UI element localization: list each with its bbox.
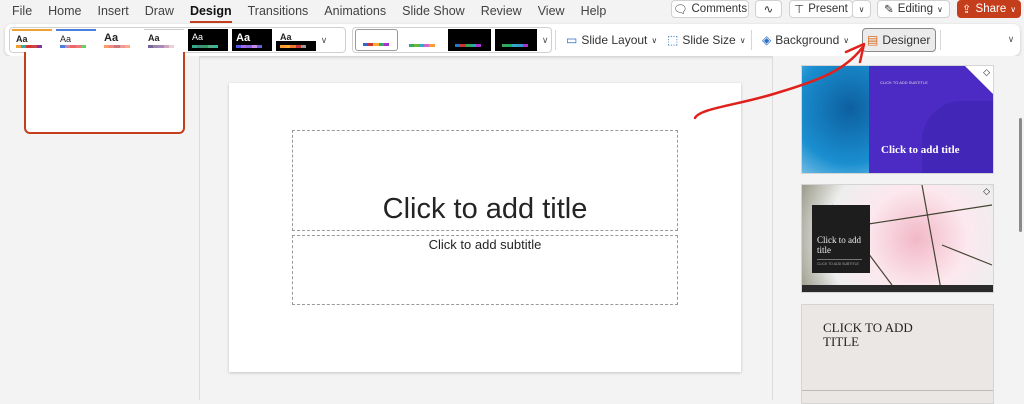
chevron-down-icon: ∨ bbox=[936, 4, 943, 14]
tab-animations[interactable]: Animations bbox=[324, 4, 386, 18]
tab-home[interactable]: Home bbox=[48, 4, 81, 18]
slide-thumbnails-pane bbox=[0, 52, 200, 400]
tab-design[interactable]: Design bbox=[189, 4, 232, 23]
design-idea-2[interactable]: Click to add title CLICK TO ADD SUBTITLE… bbox=[801, 184, 994, 293]
theme-office[interactable]: Aa bbox=[12, 29, 52, 51]
variants-more-chevron-icon[interactable]: ∨ bbox=[539, 35, 551, 46]
idea-title: CLICK TO ADD TITLE bbox=[823, 320, 913, 349]
premium-diamond-icon: ◇ bbox=[983, 186, 990, 196]
theme-3[interactable]: Aa bbox=[100, 29, 140, 51]
slide-size-button[interactable]: ⬚ Slide Size ∨ bbox=[663, 28, 750, 52]
theme-2[interactable]: Aa bbox=[56, 29, 96, 51]
tab-view[interactable]: View bbox=[538, 4, 565, 18]
slide-layout-icon: ▭ bbox=[566, 33, 578, 47]
present-dropdown[interactable]: ∨ bbox=[852, 0, 871, 18]
design-idea-3[interactable]: CLICK TO ADD TITLE bbox=[801, 304, 994, 404]
subtitle-placeholder[interactable]: Click to add subtitle bbox=[292, 235, 678, 305]
design-idea-1[interactable]: CLICK TO ADD SUBTITLE Click to add title… bbox=[801, 65, 994, 174]
chevron-down-icon: ∨ bbox=[739, 35, 746, 45]
ribbon-expand-chevron-icon[interactable]: ∨ bbox=[1005, 34, 1017, 45]
present-icon: ⊤ bbox=[794, 4, 805, 16]
pencil-icon: ✎ bbox=[884, 4, 894, 16]
slide-size-icon: ⬚ bbox=[667, 33, 679, 47]
tab-insert[interactable]: Insert bbox=[98, 4, 129, 18]
theme-4[interactable]: Aa bbox=[144, 29, 184, 51]
tab-file[interactable]: File bbox=[12, 4, 32, 18]
chevron-down-icon: ∨ bbox=[651, 35, 658, 45]
variant-4[interactable] bbox=[494, 29, 538, 51]
tab-draw[interactable]: Draw bbox=[145, 4, 174, 18]
variants-gallery: ∨ bbox=[352, 27, 552, 53]
comment-icon: 🗨 bbox=[672, 4, 688, 16]
idea-subtitle: CLICK TO ADD SUBTITLE bbox=[880, 80, 928, 85]
share-button[interactable]: ⇪ Share ∨ bbox=[957, 0, 1021, 18]
theme-6[interactable]: Aa bbox=[232, 29, 272, 51]
title-placeholder[interactable]: Click to add title bbox=[292, 130, 678, 231]
theme-7[interactable]: Aa bbox=[276, 29, 316, 51]
tab-slide-show[interactable]: Slide Show bbox=[402, 4, 465, 18]
chevron-down-icon: ∨ bbox=[1010, 4, 1017, 14]
premium-diamond-icon: ◇ bbox=[983, 67, 990, 77]
background-button[interactable]: ◈ Background ∨ bbox=[758, 28, 853, 52]
editing-mode-button[interactable]: ✎ Editing ∨ bbox=[877, 0, 950, 18]
idea-title: Click to add title bbox=[817, 235, 861, 255]
tab-transitions[interactable]: Transitions bbox=[248, 4, 309, 18]
catch-up-button[interactable]: ∿ bbox=[755, 0, 782, 18]
designer-scrollbar[interactable] bbox=[1019, 118, 1022, 232]
chevron-down-icon: ∨ bbox=[858, 4, 865, 14]
pulse-icon: ∿ bbox=[763, 4, 774, 16]
themes-more-chevron-icon[interactable]: ∨ bbox=[318, 35, 330, 46]
slide-layout-button[interactable]: ▭ Slide Layout ∨ bbox=[562, 28, 661, 52]
idea-title: Click to add title bbox=[881, 144, 960, 156]
tab-review[interactable]: Review bbox=[481, 4, 522, 18]
idea-subtitle: CLICK TO ADD SUBTITLE bbox=[817, 259, 862, 266]
slide-thumbnail-1[interactable] bbox=[24, 52, 185, 134]
variant-1[interactable] bbox=[355, 29, 398, 51]
background-fill-icon: ◈ bbox=[762, 33, 772, 47]
themes-gallery: Aa Aa Aa Aa Aa Aa Aa ∨ bbox=[9, 27, 346, 53]
slide-canvas: Click to add title Click to add subtitle bbox=[229, 83, 741, 372]
share-icon: ⇪ bbox=[961, 4, 972, 16]
designer-pane: CLICK TO ADD SUBTITLE Click to add title… bbox=[772, 56, 1024, 404]
present-button[interactable]: ⊤ Present bbox=[789, 0, 853, 18]
variant-3[interactable] bbox=[448, 29, 491, 51]
designer-icon: ▤ bbox=[867, 33, 879, 47]
tab-help[interactable]: Help bbox=[581, 4, 607, 18]
theme-5[interactable]: Aa bbox=[188, 29, 228, 51]
variant-2[interactable] bbox=[402, 29, 445, 51]
chevron-down-icon: ∨ bbox=[843, 35, 850, 45]
comments-button[interactable]: 🗨 Comments bbox=[671, 0, 749, 18]
designer-button[interactable]: ▤ Designer bbox=[862, 28, 936, 52]
